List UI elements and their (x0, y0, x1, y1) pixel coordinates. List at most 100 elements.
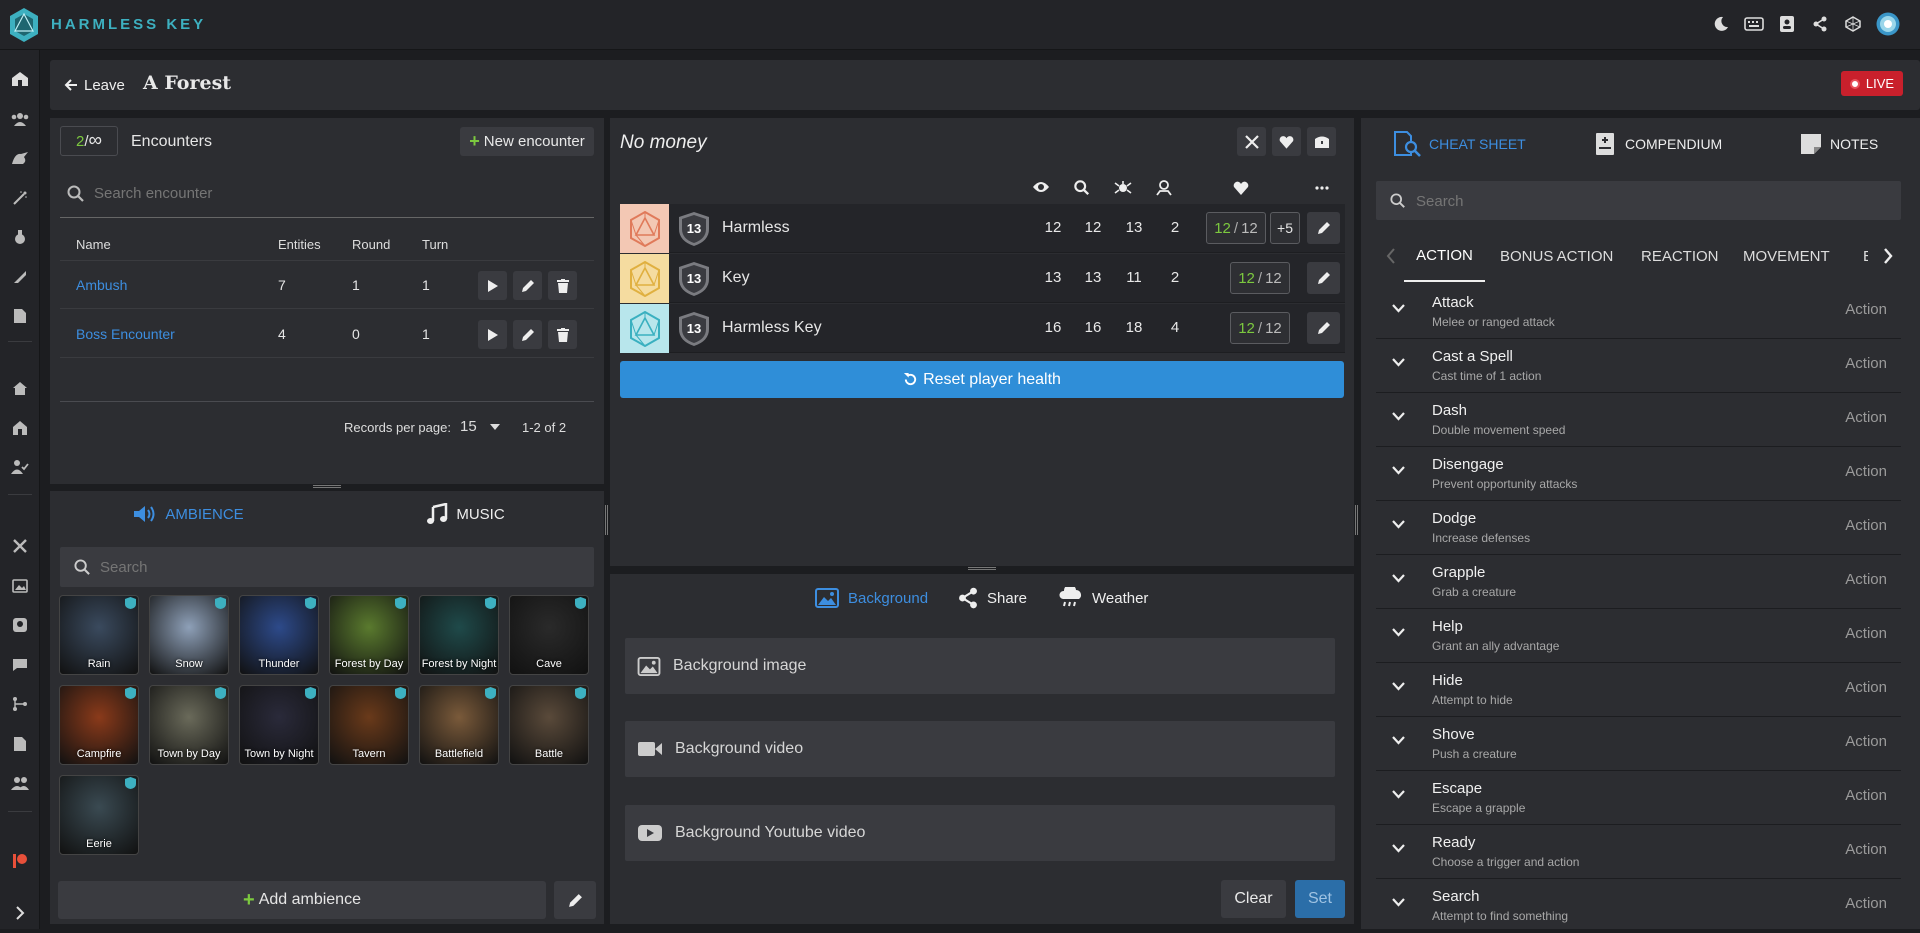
sidebar-dragon-icon[interactable] (10, 148, 30, 168)
subtab-movement[interactable]: MOVEMENT (1743, 230, 1830, 282)
ambience-tile[interactable]: Forest by Night (419, 595, 499, 675)
clear-button[interactable]: Clear (1221, 880, 1286, 918)
contact-card-icon[interactable] (1777, 14, 1797, 34)
encounter-name[interactable]: Boss Encounter (76, 326, 175, 342)
action-row[interactable]: Dodge Increase defenses Action (1376, 501, 1901, 555)
ambience-tile[interactable]: Eerie (59, 775, 139, 855)
sidebar-npc-icon[interactable] (10, 615, 30, 635)
delete-encounter-button[interactable] (548, 271, 577, 300)
action-row[interactable]: Attack Melee or ranged attack Action (1376, 285, 1901, 339)
ambience-tile[interactable]: Battle (509, 685, 589, 765)
action-row[interactable]: Cast a Spell Cast time of 1 action Action (1376, 339, 1901, 393)
sidebar-image-icon[interactable] (10, 576, 30, 596)
resize-handle[interactable] (313, 485, 341, 488)
edit-ambience-button[interactable] (554, 881, 596, 919)
action-row[interactable]: Dash Double movement speed Action (1376, 393, 1901, 447)
sidebar-user-check-icon[interactable] (10, 457, 30, 477)
app-logo-icon[interactable] (9, 7, 39, 43)
ambience-search-field[interactable] (60, 547, 594, 587)
sidebar-players-icon[interactable] (10, 109, 30, 129)
sidebar-home-icon[interactable] (10, 378, 30, 398)
player-row[interactable]: 13 Harmless Key 16 16 18 4 12/12 (620, 304, 1345, 353)
add-ambience-button[interactable]: + Add ambience (58, 881, 546, 919)
action-row[interactable]: Hide Attempt to hide Action (1376, 663, 1901, 717)
sidebar-tools-icon[interactable] (10, 536, 30, 556)
sidebar-users-icon[interactable] (10, 773, 30, 793)
ambience-tile[interactable]: Cave (509, 595, 589, 675)
delete-encounter-button[interactable] (548, 320, 577, 349)
sidebar-documents-icon[interactable] (10, 306, 30, 326)
tab-compendium[interactable]: COMPENDIUM (1595, 128, 1722, 160)
sidebar-chat-icon[interactable] (10, 655, 30, 675)
set-button[interactable]: Set (1295, 880, 1345, 918)
background-youtube-field[interactable]: Background Youtube video (625, 805, 1335, 861)
tab-share[interactable]: Share (957, 586, 1027, 610)
background-video-field[interactable]: Background video (625, 721, 1335, 777)
live-button[interactable]: LIVE (1841, 71, 1903, 96)
sidebar-weapons-icon[interactable] (10, 267, 30, 287)
player-row[interactable]: 13 Harmless 12 12 13 2 12/12 +5 (620, 204, 1345, 253)
tab-ambience[interactable]: AMBIENCE (50, 491, 327, 537)
edit-player-button[interactable] (1307, 312, 1340, 344)
new-encounter-button[interactable]: + New encounter (460, 127, 594, 156)
hit-points-box[interactable]: 12/12 (1230, 262, 1290, 294)
tab-cheat-sheet[interactable]: CHEAT SHEET (1393, 128, 1526, 160)
action-row[interactable]: Ready Choose a trigger and action Action (1376, 825, 1901, 879)
edit-encounter-button[interactable] (513, 320, 542, 349)
action-row[interactable]: Disengage Prevent opportunity attacks Acti… (1376, 447, 1901, 501)
hit-points-box[interactable]: 12/12 (1230, 312, 1290, 344)
subtab-reaction[interactable]: REACTION (1641, 230, 1719, 282)
sidebar-patreon-icon[interactable] (10, 851, 30, 871)
tab-weather[interactable]: Weather (1058, 586, 1148, 610)
tab-notes[interactable]: NOTES (1800, 128, 1878, 160)
reset-player-health-button[interactable]: Reset player health (620, 361, 1344, 398)
chevron-right-icon[interactable] (1883, 248, 1893, 264)
sidebar-expand-icon[interactable] (10, 903, 30, 923)
dark-mode-icon[interactable] (1711, 14, 1731, 34)
sidebar-campaign-icon[interactable] (10, 69, 30, 89)
resize-handle[interactable] (605, 505, 608, 535)
action-row[interactable]: Shove Push a creature Action (1376, 717, 1901, 771)
edit-encounter-button[interactable] (513, 271, 542, 300)
action-row[interactable]: Help Grant an ally advantage Action (1376, 609, 1901, 663)
edit-player-button[interactable] (1307, 212, 1340, 244)
reference-search-field[interactable] (1376, 181, 1901, 220)
subtab-action[interactable]: ACTION (1404, 230, 1485, 282)
combat-button[interactable] (1237, 127, 1266, 156)
table-row[interactable]: Ambush 7 1 1 (60, 261, 594, 309)
tab-music[interactable]: MUSIC (327, 491, 604, 537)
sidebar-building-icon[interactable] (10, 418, 30, 438)
more-options-icon[interactable] (1315, 186, 1329, 190)
table-row[interactable]: Boss Encounter 4 0 1 (60, 310, 594, 358)
chevron-left-icon[interactable] (1386, 248, 1396, 264)
health-button[interactable] (1272, 127, 1301, 156)
action-row[interactable]: Escape Escape a grapple Action (1376, 771, 1901, 825)
ambience-tile[interactable]: Campfire (59, 685, 139, 765)
share-icon[interactable] (1810, 14, 1830, 34)
player-row[interactable]: 13 Key 13 13 11 2 12/12 (620, 254, 1345, 303)
edit-player-button[interactable] (1307, 262, 1340, 294)
search-encounter-input[interactable] (94, 182, 574, 204)
ambience-tile[interactable]: Thunder (239, 595, 319, 675)
subtab-bonus-action[interactable]: BONUS ACTION (1500, 230, 1613, 282)
keyboard-icon[interactable] (1744, 14, 1764, 34)
ambience-tile[interactable]: Rain (59, 595, 139, 675)
ambience-tile[interactable]: Forest by Day (329, 595, 409, 675)
background-image-field[interactable]: Background image (625, 638, 1335, 694)
hit-points-box[interactable]: 12/12 (1206, 212, 1266, 244)
tab-background[interactable]: Background (815, 586, 928, 610)
resize-handle[interactable] (968, 567, 996, 570)
play-encounter-button[interactable] (478, 271, 507, 300)
dice-icon[interactable] (1843, 14, 1863, 34)
resize-handle[interactable] (1355, 505, 1358, 535)
ambience-search-input[interactable] (100, 556, 580, 578)
sidebar-potion-icon[interactable] (10, 227, 30, 247)
user-avatar-icon[interactable] (1876, 12, 1900, 36)
ambience-tile[interactable]: Battlefield (419, 685, 499, 765)
action-row[interactable]: Search Attempt to find something Action (1376, 879, 1901, 933)
inventory-button[interactable] (1307, 127, 1336, 156)
records-per-page-select[interactable]: 15 (460, 418, 504, 438)
sidebar-file-icon[interactable] (10, 734, 30, 754)
ambience-tile[interactable]: Town by Day (149, 685, 229, 765)
action-row[interactable]: Grapple Grab a creature Action (1376, 555, 1901, 609)
